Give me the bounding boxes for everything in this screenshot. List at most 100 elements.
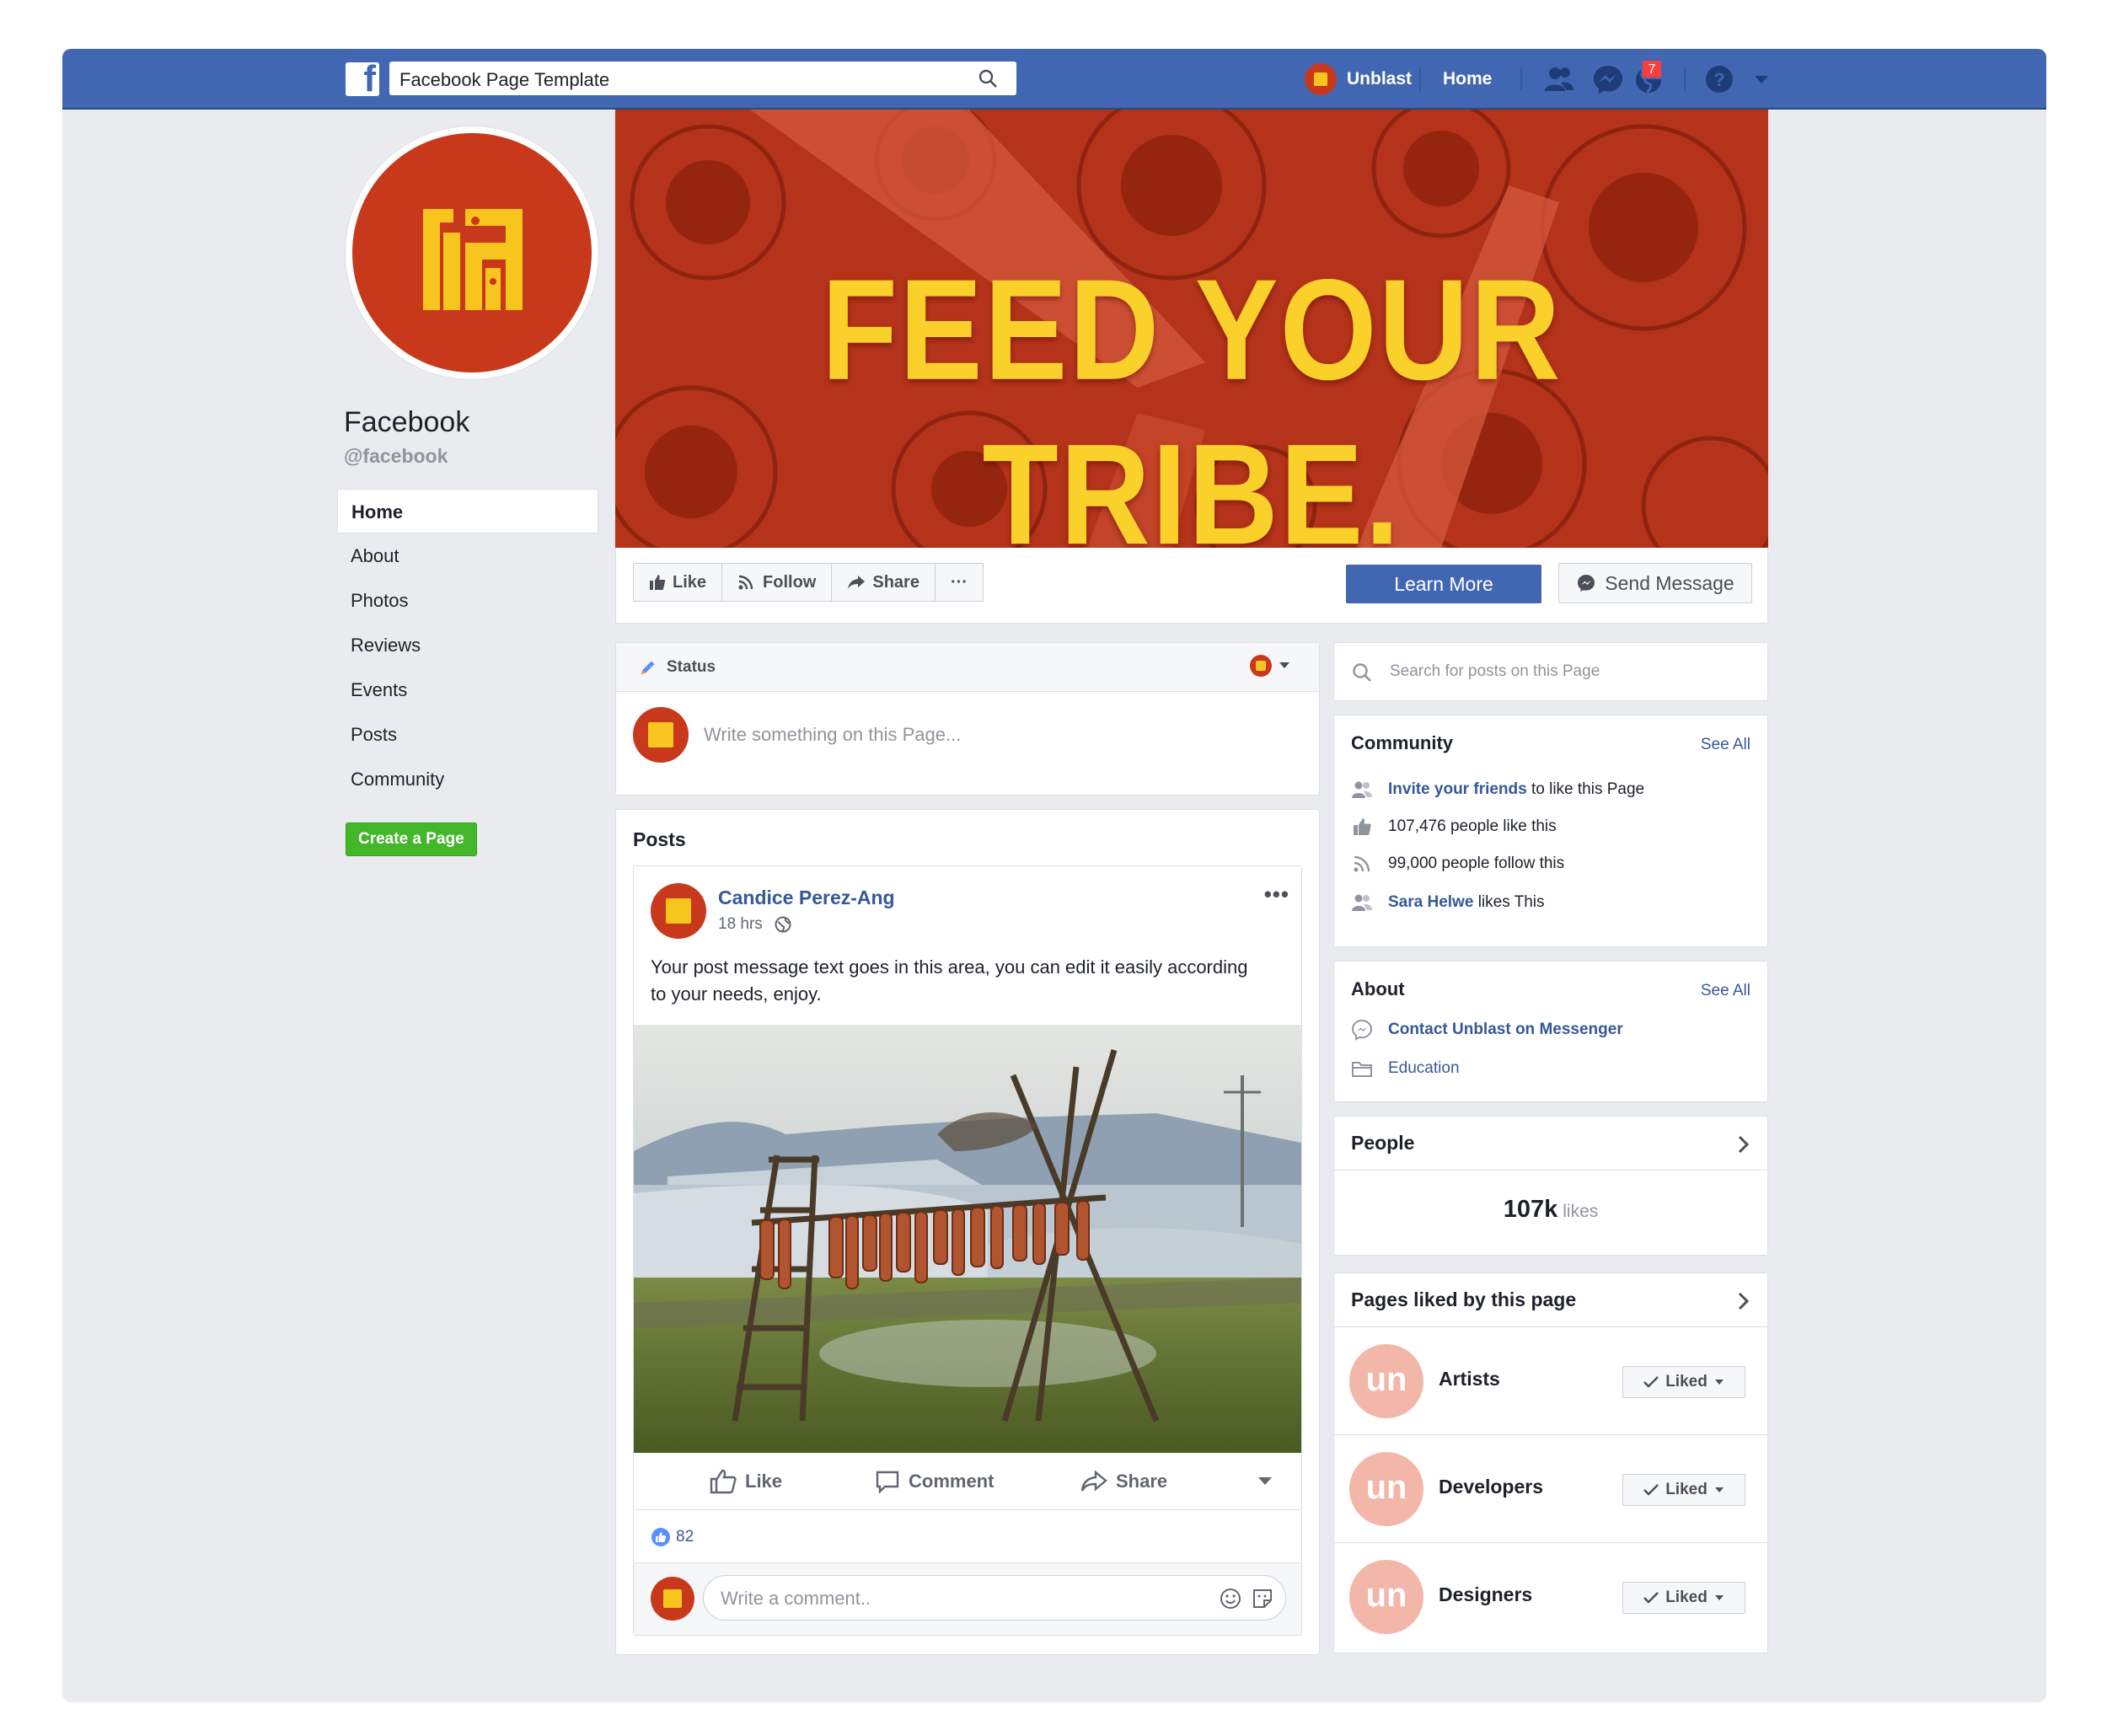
sidebar-item-events[interactable]: Events: [337, 667, 598, 712]
people-header[interactable]: People: [1334, 1117, 1767, 1171]
status-input[interactable]: Write something on this Page...: [704, 724, 961, 746]
post-author-name[interactable]: Candice Perez-Ang: [718, 887, 895, 909]
liked-page-logo[interactable]: un: [1349, 1560, 1423, 1634]
page-title: Facebook: [344, 406, 470, 438]
like-page-button[interactable]: Like: [634, 564, 723, 601]
post-as-selector[interactable]: [1250, 655, 1290, 677]
send-message-label: Send Message: [1605, 571, 1734, 594]
status-tab[interactable]: Status: [616, 643, 1319, 692]
sticker-icon[interactable]: [1252, 1588, 1273, 1610]
thumbs-up-icon: [650, 575, 666, 590]
liked-page-row: un Artists Liked: [1334, 1327, 1767, 1435]
liked-page-name[interactable]: Developers: [1439, 1476, 1543, 1498]
liked-button[interactable]: Liked: [1622, 1366, 1745, 1398]
page-sidebar-nav: Home About Photos Reviews Events Posts C…: [337, 489, 598, 801]
status-tab-label: Status: [667, 657, 716, 676]
messenger-outline-icon: [1351, 1019, 1373, 1041]
people-title: People: [1351, 1132, 1415, 1154]
post-photo[interactable]: [634, 1025, 1301, 1453]
emoji-icon[interactable]: [1220, 1588, 1241, 1610]
sidebar-item-photos[interactable]: Photos: [337, 578, 598, 623]
sidebar-item-reviews[interactable]: Reviews: [337, 623, 598, 667]
global-search-input[interactable]: Facebook Page Template: [389, 62, 1016, 95]
post-options-button[interactable]: •••: [1264, 881, 1289, 908]
sidebar-item-posts[interactable]: Posts: [337, 712, 598, 757]
comment-placeholder: Write a comment..: [721, 1588, 871, 1609]
post-like-button[interactable]: Like: [710, 1469, 782, 1494]
learn-more-button[interactable]: Learn More: [1346, 565, 1541, 603]
pages-liked-title: Pages liked by this page: [1351, 1289, 1577, 1310]
post-comment-label: Comment: [909, 1470, 995, 1492]
invite-friends-link[interactable]: Invite your friends: [1388, 780, 1527, 798]
liked-page-logo[interactable]: un: [1349, 1344, 1423, 1418]
chevron-down-icon: [1279, 662, 1289, 668]
friend-name-link[interactable]: Sara Helwe: [1388, 893, 1473, 911]
post-comment-button[interactable]: Comment: [875, 1470, 994, 1493]
category-link[interactable]: Education: [1388, 1059, 1460, 1078]
check-icon: [1643, 1592, 1659, 1604]
page-search-input[interactable]: Search for posts on this Page: [1333, 642, 1768, 701]
liked-page-logo-text: un: [1365, 1361, 1407, 1398]
rss-follow-icon: [738, 575, 753, 590]
liked-page-logo[interactable]: un: [1349, 1452, 1423, 1526]
more-actions-button[interactable]: ···: [936, 564, 983, 601]
nav-divider: [1419, 67, 1421, 91]
liked-page-name[interactable]: Artists: [1439, 1368, 1500, 1390]
send-message-button[interactable]: Send Message: [1558, 563, 1752, 603]
contact-messenger-link[interactable]: Contact Unblast on Messenger: [1388, 1021, 1623, 1039]
post-card: Candice Perez-Ang 18 hrs ••• Your post m…: [633, 865, 1302, 1636]
liked-page-row: un Developers Liked: [1334, 1435, 1767, 1543]
liked-page-logo-text: un: [1365, 1577, 1407, 1614]
nav-profile-link[interactable]: Unblast: [1305, 61, 1412, 98]
composer-avatar: [633, 707, 689, 763]
community-row-friend: Sara Helwe likes This: [1351, 892, 1545, 913]
brand-avatar: [1305, 63, 1337, 95]
community-likes-text: 107,476 people like this: [1388, 817, 1557, 835]
post-share-options-chevron-icon[interactable]: [1257, 1476, 1273, 1487]
liked-page-name[interactable]: Designers: [1439, 1583, 1532, 1606]
follow-page-label: Follow: [763, 572, 817, 592]
liked-page-row: un Designers Liked: [1334, 1543, 1767, 1651]
messenger-icon[interactable]: [1591, 62, 1625, 96]
category-folder-icon: [1352, 1062, 1372, 1077]
about-see-all-link[interactable]: See All: [1701, 982, 1750, 1000]
sidebar-item-about[interactable]: About: [337, 533, 598, 578]
help-icon[interactable]: ?: [1702, 62, 1736, 96]
search-icon: [1353, 663, 1371, 682]
brand-logo-icon: [423, 209, 523, 310]
chevron-right-icon: [1738, 1135, 1750, 1154]
facebook-logo-icon[interactable]: f: [346, 61, 379, 98]
post-share-button[interactable]: Share: [1080, 1469, 1168, 1493]
post-author-avatar[interactable]: [651, 883, 706, 939]
liked-button[interactable]: Liked: [1622, 1474, 1745, 1506]
liked-button-label: Liked: [1665, 1589, 1708, 1606]
follow-page-button[interactable]: Follow: [722, 564, 833, 601]
post-timestamp[interactable]: 18 hrs: [718, 915, 791, 934]
community-see-all-link[interactable]: See All: [1701, 736, 1750, 754]
account-menu-chevron-icon[interactable]: [1745, 62, 1778, 96]
sidebar-item-home[interactable]: Home: [337, 489, 598, 533]
page-profile-picture[interactable]: [346, 126, 598, 379]
comment-input[interactable]: Write a comment..: [703, 1575, 1286, 1621]
liked-button[interactable]: Liked: [1622, 1582, 1745, 1614]
pages-liked-header[interactable]: Pages liked by this page: [1334, 1273, 1767, 1327]
browser-frame: f Facebook Page Template Unblast Home 7 …: [62, 49, 2046, 1702]
nav-home-link[interactable]: Home: [1443, 69, 1492, 89]
create-page-button[interactable]: Create a Page: [346, 822, 477, 856]
globe-privacy-icon: [775, 916, 791, 933]
reaction-summary[interactable]: 82: [651, 1527, 694, 1547]
search-icon[interactable]: [978, 68, 998, 88]
chevron-down-icon: [1714, 1595, 1724, 1600]
post-message: Your post message text goes in this area…: [651, 956, 1248, 1005]
cover-photo[interactable]: FEED YOUR TRIBE.: [615, 110, 1768, 548]
like-reaction-icon: [651, 1528, 670, 1546]
post-share-label: Share: [1116, 1470, 1168, 1492]
like-page-label: Like: [673, 572, 707, 592]
messenger-icon: [1578, 575, 1595, 592]
sidebar-item-community[interactable]: Community: [337, 757, 598, 801]
nav-brand-name: Unblast: [1347, 69, 1413, 88]
friend-requests-icon[interactable]: [1542, 62, 1576, 96]
share-page-button[interactable]: Share: [832, 564, 936, 601]
page-username[interactable]: @facebook: [344, 445, 448, 468]
reaction-count: 82: [676, 1528, 694, 1546]
